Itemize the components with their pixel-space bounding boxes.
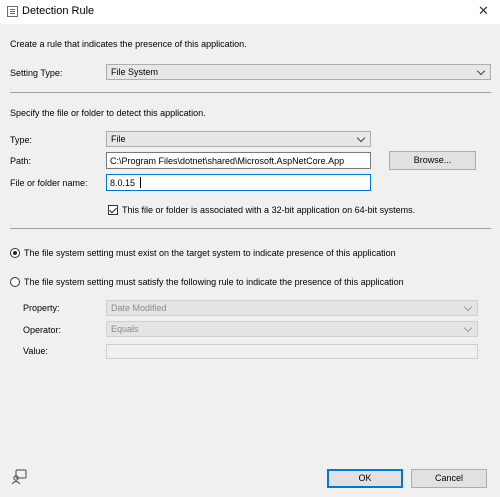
radio-satisfy-rule[interactable] xyxy=(10,277,20,287)
checkbox-32bit-label: This file or folder is associated with a… xyxy=(122,205,416,215)
property-dropdown[interactable]: Date Modified xyxy=(106,300,478,316)
checkmark-icon xyxy=(109,205,117,214)
radio-satisfy-rule-label: The file system setting must satisfy the… xyxy=(24,277,404,287)
setting-type-value: File System xyxy=(111,67,159,77)
file-folder-value: 8.0.15 xyxy=(110,178,136,188)
chevron-down-icon xyxy=(463,302,473,312)
divider-top xyxy=(10,92,491,93)
chevron-down-icon xyxy=(463,323,473,333)
setting-type-dropdown[interactable]: File System xyxy=(106,64,491,80)
checkbox-32bit[interactable] xyxy=(108,205,118,215)
close-icon[interactable]: ✕ xyxy=(478,3,489,19)
specify-text: Specify the file or folder to detect thi… xyxy=(10,108,206,118)
radio-must-exist-label: The file system setting must exist on th… xyxy=(24,248,396,258)
chevron-down-icon xyxy=(476,66,486,76)
browse-button[interactable]: Browse... xyxy=(389,151,476,170)
help-person-icon[interactable] xyxy=(11,469,27,485)
type-label: Type: xyxy=(10,135,33,145)
operator-label: Operator: xyxy=(23,325,62,335)
operator-dropdown[interactable]: Equals xyxy=(106,321,478,337)
path-input[interactable]: C:\Program Files\dotnet\shared\Microsoft… xyxy=(106,152,371,169)
text-caret xyxy=(140,177,141,188)
type-value: File xyxy=(111,134,126,144)
path-label: Path: xyxy=(10,156,32,166)
window-icon xyxy=(7,6,18,17)
operator-value: Equals xyxy=(111,324,139,334)
radio-selected-dot xyxy=(13,251,17,255)
divider-middle xyxy=(10,228,491,229)
ok-button[interactable]: OK xyxy=(327,469,403,488)
value-input[interactable] xyxy=(106,344,478,359)
setting-type-label: Setting Type: xyxy=(10,68,63,78)
path-value: C:\Program Files\dotnet\shared\Microsoft… xyxy=(110,156,345,166)
cancel-button[interactable]: Cancel xyxy=(411,469,487,488)
window-title: Detection Rule xyxy=(22,5,95,17)
file-folder-label: File or folder name: xyxy=(10,178,88,188)
property-label: Property: xyxy=(23,303,60,313)
radio-must-exist[interactable] xyxy=(10,248,20,258)
type-dropdown[interactable]: File xyxy=(106,131,371,147)
file-folder-input[interactable]: 8.0.15 xyxy=(106,174,371,191)
chevron-down-icon xyxy=(356,133,366,143)
value-label: Value: xyxy=(23,346,48,356)
intro-text: Create a rule that indicates the presenc… xyxy=(10,39,247,49)
property-value: Date Modified xyxy=(111,303,167,313)
